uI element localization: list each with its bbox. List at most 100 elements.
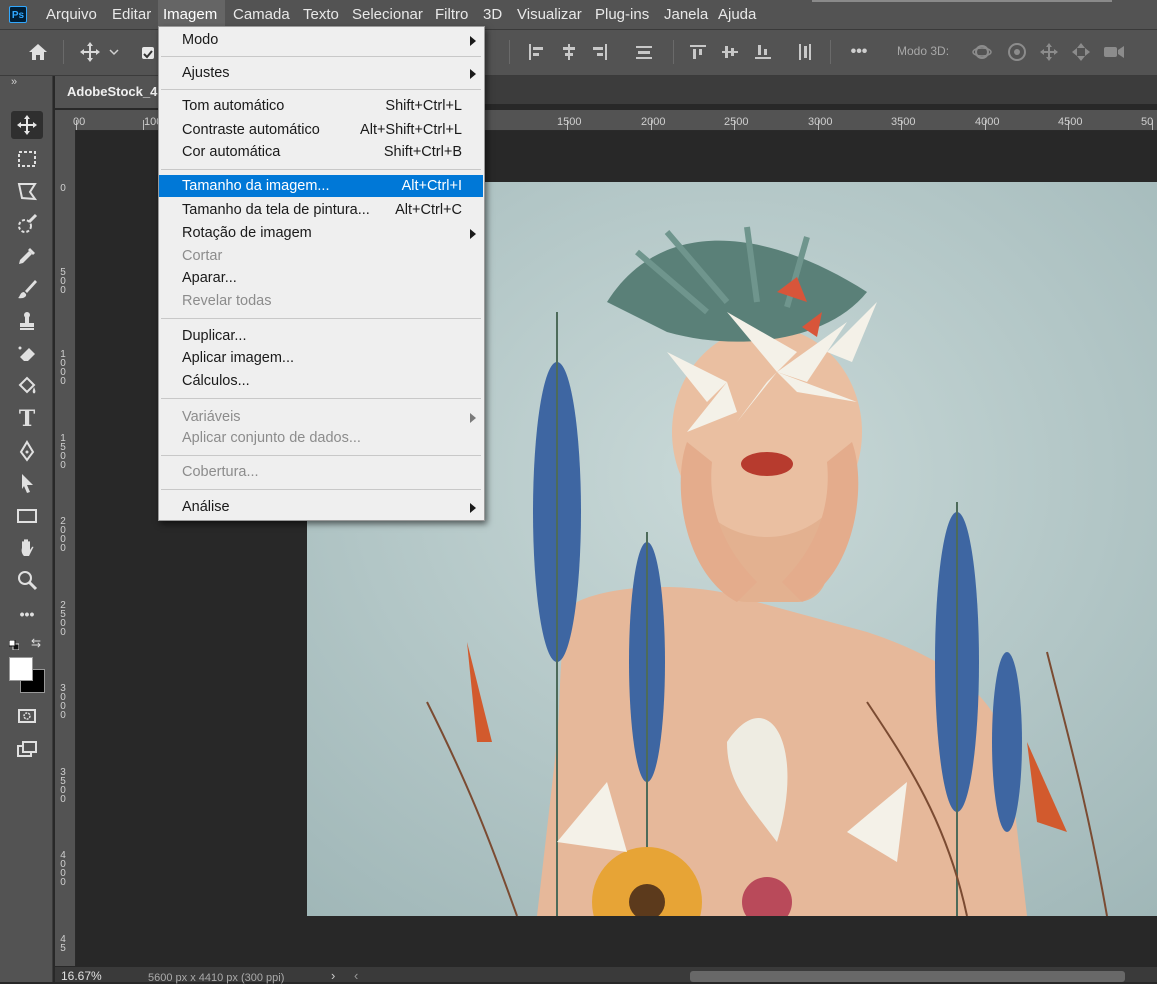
path-select-tool-icon[interactable]: [11, 469, 43, 497]
default-colors-icon[interactable]: [8, 637, 20, 651]
rectangle-tool-icon[interactable]: [11, 502, 43, 530]
photoshop-logo: Ps: [9, 6, 27, 23]
pan-3d-icon[interactable]: [1035, 38, 1063, 66]
align-left-icon[interactable]: [522, 38, 550, 66]
menu-plugins[interactable]: Plug-ins: [590, 0, 654, 29]
align-center-icon[interactable]: [555, 38, 583, 66]
menu-item-cor-automatica[interactable]: Cor automática Shift+Ctrl+B: [159, 141, 483, 163]
menu-item-tamanho-da-tela[interactable]: Tamanho da tela de pintura... Alt+Ctrl+C: [159, 199, 483, 221]
menu-editar[interactable]: Editar: [107, 0, 156, 29]
paint-bucket-tool-icon[interactable]: [11, 372, 43, 400]
distribute-icon[interactable]: [630, 38, 658, 66]
menu-item-analise[interactable]: Análise: [159, 496, 483, 518]
menu-item-cobertura: Cobertura...: [182, 464, 259, 480]
ruler-label: 3500: [891, 116, 916, 128]
brush-tool-icon[interactable]: [11, 275, 43, 303]
ruler-label: 2000: [641, 116, 666, 128]
align-right-icon[interactable]: [586, 38, 614, 66]
submenu-arrow-icon: [470, 69, 476, 79]
menu-item-modo[interactable]: Modo: [159, 29, 483, 51]
checkbox-icon[interactable]: [142, 47, 154, 59]
ruler-label: 1000: [60, 349, 66, 387]
home-icon[interactable]: [24, 38, 52, 66]
submenu-arrow-icon: [470, 229, 476, 239]
ruler-label: 3000: [60, 683, 66, 721]
menu-item-duplicar[interactable]: Duplicar...: [159, 325, 483, 347]
mode-3d-label: Modo 3D:: [897, 44, 950, 58]
orbit-3d-icon[interactable]: [968, 38, 996, 66]
align-middle-icon[interactable]: [716, 38, 744, 66]
chevron-down-icon[interactable]: [104, 38, 124, 66]
menu-item-tom-automatico[interactable]: Tom automático Shift+Ctrl+L: [159, 95, 483, 117]
swap-colors-icon[interactable]: ⇆: [31, 636, 41, 650]
zoom-level[interactable]: 16.67%: [61, 969, 102, 983]
menu-item-ajustes[interactable]: Ajustes: [159, 62, 483, 84]
ruler-label: 0: [60, 183, 66, 194]
hand-tool-icon[interactable]: [11, 534, 43, 562]
ruler-label: 45: [60, 934, 66, 954]
menu-ajuda[interactable]: Ajuda: [713, 0, 761, 29]
document-tab[interactable]: AdobeStock_4: [55, 76, 165, 108]
align-top-icon[interactable]: [684, 38, 712, 66]
clone-stamp-tool-icon[interactable]: [11, 307, 43, 335]
menu-item-rotacao-de-imagem[interactable]: Rotação de imagem: [159, 222, 483, 244]
ruler-label: 500: [60, 267, 66, 296]
pen-tool-icon[interactable]: [11, 437, 43, 465]
align-bottom-icon[interactable]: [749, 38, 777, 66]
horizontal-scrollbar[interactable]: [690, 971, 1125, 982]
menu-item-aparar[interactable]: Aparar...: [159, 267, 483, 289]
move-tool-icon[interactable]: [11, 111, 43, 139]
ruler-label: 50: [1141, 116, 1154, 128]
menu-item-tamanho-da-imagem[interactable]: Tamanho da imagem... Alt+Ctrl+I: [159, 175, 483, 197]
menu-3d[interactable]: 3D: [478, 0, 507, 29]
menu-item-variaveis: Variáveis: [159, 406, 483, 428]
quick-select-tool-icon[interactable]: [11, 210, 43, 238]
ruler-label: 1500: [557, 116, 582, 128]
menu-item-contraste-automatico[interactable]: Contraste automático Alt+Shift+Ctrl+L: [159, 119, 483, 141]
menu-arquivo[interactable]: Arquivo: [41, 0, 102, 29]
menu-selecionar[interactable]: Selecionar: [347, 0, 428, 29]
screen-mode-icon[interactable]: [11, 735, 43, 763]
submenu-arrow-icon: [470, 36, 476, 46]
roll-3d-icon[interactable]: [1003, 38, 1031, 66]
document-info-menu-icon[interactable]: ›: [331, 968, 335, 983]
ruler-label: 2000: [60, 516, 66, 554]
menu-janela[interactable]: Janela: [659, 0, 713, 29]
ruler-label: 1500: [60, 433, 66, 471]
move-icon[interactable]: [76, 38, 104, 66]
ruler-label: 4000: [975, 116, 1000, 128]
distribute-vertical-icon[interactable]: [791, 38, 819, 66]
zoom-tool-icon[interactable]: [11, 566, 43, 594]
window-titlebar-strip: [812, 0, 1112, 2]
menu-filtro[interactable]: Filtro: [430, 0, 473, 29]
ruler-label: 3000: [808, 116, 833, 128]
menu-item-revelar-todas: Revelar todas: [182, 293, 272, 309]
ruler-label: 2500: [60, 600, 66, 638]
more-icon[interactable]: •••: [845, 38, 873, 66]
document-info: 5600 px x 4410 px (300 ppi): [148, 972, 285, 984]
type-tool-icon[interactable]: T: [11, 405, 43, 433]
menu-imagem[interactable]: Imagem: [158, 0, 225, 29]
menu-item-aplicar-conjunto-de-dados: Aplicar conjunto de dados...: [182, 430, 361, 446]
menu-camada[interactable]: Camada: [228, 0, 295, 29]
submenu-arrow-icon: [470, 413, 476, 423]
slide-3d-icon[interactable]: [1067, 38, 1095, 66]
scroll-left-icon[interactable]: ‹: [354, 968, 358, 983]
scale-3d-icon[interactable]: [1100, 38, 1128, 66]
menu-visualizar[interactable]: Visualizar: [512, 0, 587, 29]
quick-mask-icon[interactable]: [11, 702, 43, 730]
marquee-tool-icon[interactable]: [11, 145, 43, 173]
ruler-label: 2500: [724, 116, 749, 128]
menu-texto[interactable]: Texto: [298, 0, 344, 29]
foreground-color-swatch[interactable]: [9, 657, 33, 681]
submenu-arrow-icon: [470, 503, 476, 513]
eyedropper-tool-icon[interactable]: [11, 242, 43, 270]
menu-item-calculos[interactable]: Cálculos...: [159, 370, 483, 392]
more-tools-icon[interactable]: •••: [11, 600, 43, 628]
eraser-tool-icon[interactable]: [11, 340, 43, 368]
ruler-label: 4500: [1058, 116, 1083, 128]
ruler-label: 3500: [60, 767, 66, 805]
menu-item-aplicar-imagem[interactable]: Aplicar imagem...: [159, 347, 483, 369]
lasso-tool-icon[interactable]: [11, 177, 43, 205]
collapse-panel-icon[interactable]: »: [11, 76, 17, 88]
